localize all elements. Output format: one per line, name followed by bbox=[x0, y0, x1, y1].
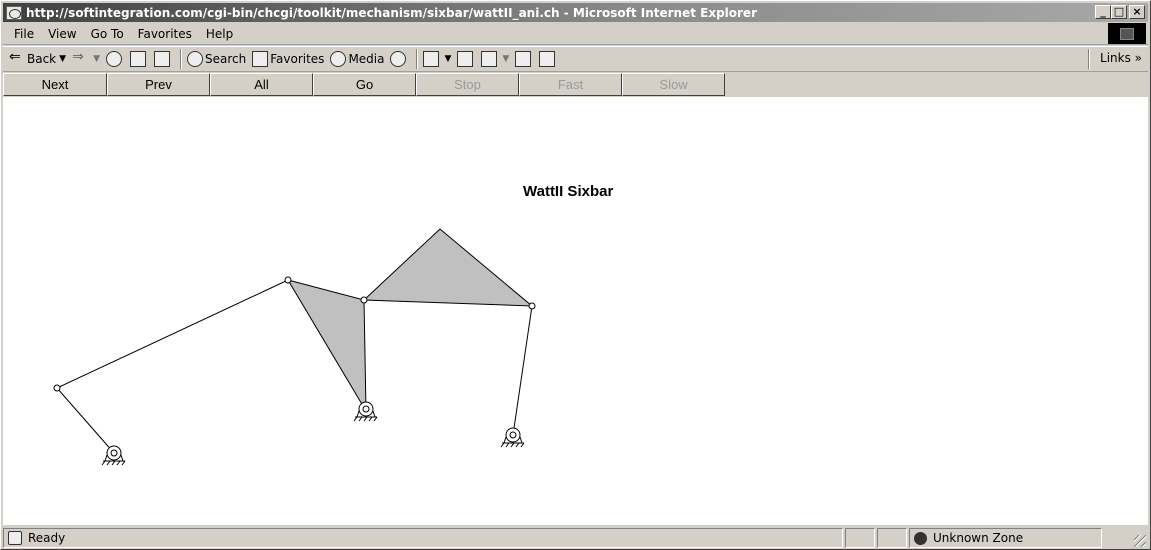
links-button[interactable]: Links » bbox=[1100, 51, 1142, 65]
status-text: Ready bbox=[28, 531, 66, 545]
title-bar[interactable]: http://softintegration.com/cgi-bin/chcgi… bbox=[3, 3, 1148, 22]
go-button[interactable]: Go bbox=[313, 73, 416, 96]
back-label: Back bbox=[27, 52, 57, 66]
chevron-down-icon[interactable]: ▼ bbox=[93, 54, 100, 64]
crank-link bbox=[56, 387, 115, 454]
status-bar: Ready Unknown Zone bbox=[3, 527, 1148, 549]
standard-toolbar: Back ▼ ▼ Search Favorites Media bbox=[3, 46, 1148, 72]
stop-icon bbox=[105, 51, 122, 67]
all-button[interactable]: All bbox=[210, 73, 313, 96]
forward-button[interactable]: ▼ bbox=[72, 49, 100, 67]
ground-pivot-icon bbox=[500, 427, 525, 448]
joint bbox=[284, 276, 292, 284]
messenger-icon bbox=[539, 51, 556, 67]
home-button[interactable] bbox=[153, 51, 172, 67]
history-icon bbox=[390, 51, 407, 67]
chevron-down-icon[interactable]: ▼ bbox=[502, 54, 509, 64]
status-lock-panel bbox=[877, 528, 907, 548]
search-button[interactable]: Search bbox=[186, 51, 247, 67]
windows-logo-icon bbox=[1108, 23, 1146, 44]
favorites-button[interactable]: Favorites bbox=[252, 51, 324, 67]
forward-arrow-icon bbox=[72, 49, 88, 67]
ie-page-icon bbox=[6, 5, 22, 20]
toolbar-separator bbox=[416, 49, 419, 69]
menu-goto[interactable]: Go To bbox=[84, 27, 131, 41]
status-main-panel: Ready bbox=[3, 528, 843, 548]
media-label: Media bbox=[348, 52, 385, 66]
joint bbox=[53, 384, 61, 392]
animation-controls: Next Prev All Go Stop Fast Slow bbox=[3, 73, 1148, 96]
fast-button[interactable]: Fast bbox=[519, 73, 622, 96]
refresh-button[interactable] bbox=[129, 51, 148, 67]
joint bbox=[360, 296, 368, 304]
coupler-link bbox=[56, 279, 289, 389]
sixbar-mechanism-diagram bbox=[53, 228, 536, 466]
chevron-down-icon[interactable]: ▼ bbox=[444, 54, 451, 64]
back-button[interactable]: Back ▼ bbox=[9, 49, 66, 67]
mail-icon bbox=[423, 51, 440, 67]
maximize-button[interactable]: □ bbox=[1111, 5, 1127, 19]
menu-favorites[interactable]: Favorites bbox=[131, 27, 199, 41]
messenger-button[interactable] bbox=[539, 51, 557, 67]
search-icon bbox=[186, 51, 203, 67]
refresh-icon bbox=[129, 51, 146, 67]
back-arrow-icon bbox=[9, 49, 25, 67]
menu-view[interactable]: View bbox=[41, 27, 83, 41]
toolbar-separator bbox=[179, 49, 182, 69]
menu-file[interactable]: File bbox=[7, 27, 41, 41]
security-zone-panel[interactable]: Unknown Zone bbox=[909, 528, 1102, 548]
favorites-label: Favorites bbox=[270, 52, 325, 66]
print-icon bbox=[457, 51, 474, 67]
output-rocker-link bbox=[512, 305, 533, 436]
window-controls: _ □ × bbox=[1095, 5, 1145, 19]
close-button[interactable]: × bbox=[1129, 5, 1145, 19]
edit-button[interactable]: ▼ bbox=[481, 51, 509, 67]
ground-pivot-icon bbox=[353, 401, 378, 422]
browser-window: http://softintegration.com/cgi-bin/chcgi… bbox=[0, 0, 1151, 550]
stop-animation-button[interactable]: Stop bbox=[416, 73, 519, 96]
prev-button[interactable]: Prev bbox=[107, 73, 210, 96]
home-icon bbox=[153, 51, 170, 67]
ground-pivot-icon bbox=[101, 445, 126, 466]
search-label: Search bbox=[204, 52, 247, 66]
ternary-link-left bbox=[286, 279, 367, 413]
menu-help[interactable]: Help bbox=[199, 27, 240, 41]
chevron-down-icon[interactable]: ▼ bbox=[59, 54, 66, 64]
globe-icon bbox=[914, 531, 927, 545]
slow-button[interactable]: Slow bbox=[622, 73, 725, 96]
media-icon bbox=[330, 51, 347, 67]
menu-bar: File View Go To Favorites Help bbox=[3, 23, 1148, 45]
history-button[interactable] bbox=[390, 51, 408, 67]
favorites-icon bbox=[252, 51, 269, 67]
discuss-icon bbox=[515, 51, 532, 67]
next-button[interactable]: Next bbox=[3, 73, 107, 96]
stop-button[interactable] bbox=[105, 51, 124, 67]
mail-button[interactable]: ▼ bbox=[423, 51, 451, 67]
page-done-icon bbox=[8, 531, 22, 545]
joint bbox=[528, 302, 536, 310]
page-content: WattII Sixbar bbox=[3, 97, 1148, 525]
minimize-button[interactable]: _ bbox=[1095, 5, 1111, 19]
status-progress-panel bbox=[845, 528, 875, 548]
ternary-link-top bbox=[362, 228, 534, 307]
discuss-button[interactable] bbox=[515, 51, 533, 67]
zone-label: Unknown Zone bbox=[933, 531, 1024, 545]
links-separator bbox=[1088, 49, 1090, 69]
print-button[interactable] bbox=[457, 51, 475, 67]
media-button[interactable]: Media bbox=[330, 51, 384, 67]
resize-grip-icon[interactable] bbox=[1134, 535, 1146, 547]
window-title: http://softintegration.com/cgi-bin/chcgi… bbox=[26, 5, 757, 20]
word-edit-icon bbox=[481, 51, 498, 67]
